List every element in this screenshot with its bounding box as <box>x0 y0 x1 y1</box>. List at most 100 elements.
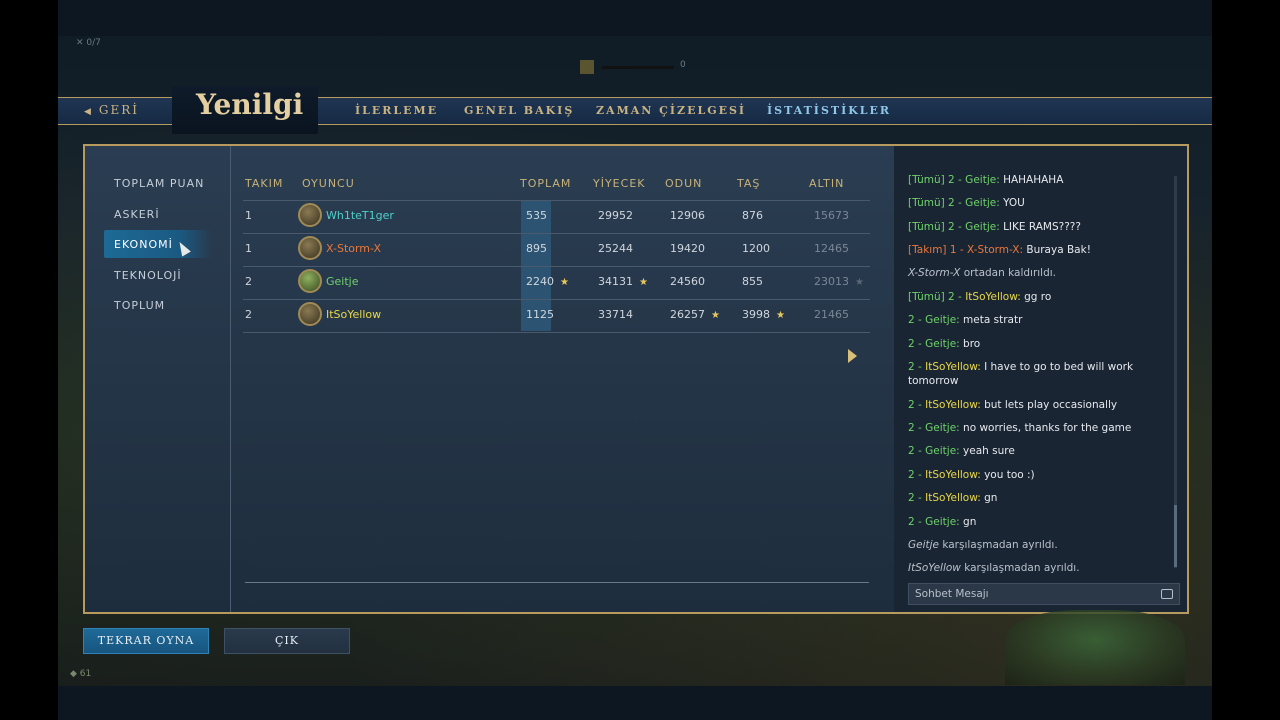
chat-message: Geitje karşılaşmadan ayrıldı. <box>908 538 1170 552</box>
total-cell: 1125 <box>526 308 554 321</box>
chat-sender: [Tümü] 2 - <box>908 291 966 303</box>
next-page-arrow-icon[interactable] <box>848 349 857 363</box>
exit-button[interactable]: ÇIK <box>224 628 350 654</box>
chat-sender: 2 - Geitje: <box>908 445 960 457</box>
table-row[interactable]: 2 Geitje 2240 ★ 34131 ★ 24560 855 23013 ★ <box>243 266 870 299</box>
header-stone[interactable]: TAŞ <box>737 177 760 190</box>
star-icon: ★ <box>855 277 864 288</box>
chat-message: 2 - ItSoYellow: but lets play occasional… <box>908 398 1170 412</box>
chat-text: bro <box>959 338 981 350</box>
player-emblem-icon <box>298 269 322 293</box>
chat-input-placeholder: Sohbet Mesajı <box>915 588 989 600</box>
back-arrow-icon: ◀ <box>84 107 93 117</box>
food-cell: 34131 <box>598 275 633 288</box>
tab-timeline[interactable]: ZAMAN ÇİZELGESİ <box>596 104 746 117</box>
table-row[interactable]: 2 ItSoYellow 1125 33714 26257 ★ 3998 ★ 214… <box>243 299 870 332</box>
minimap <box>1005 610 1185 685</box>
player-name[interactable]: ItSoYellow <box>326 308 381 321</box>
star-icon: ★ <box>776 310 785 321</box>
star-icon: ★ <box>560 277 569 288</box>
header-food[interactable]: YİYECEK <box>593 177 645 190</box>
chat-text: gg ro <box>1020 291 1052 303</box>
chat-message: 2 - Geitje: yeah sure <box>908 444 1170 458</box>
chat-sender-name: ItSoYellow: <box>925 492 981 504</box>
resource-value: 0 <box>680 60 686 70</box>
population-counter: ✕ 0/7 <box>76 38 101 48</box>
chat-sender: [Tümü] 2 - Geitje: <box>908 221 1000 233</box>
chat-text: yeah sure <box>959 445 1015 457</box>
table-row[interactable]: 1 X-Storm-X 895 25244 19420 1200 12465 <box>243 233 870 266</box>
chat-system-name: Geitje <box>908 539 940 551</box>
chat-message: 2 - Geitje: meta stratr <box>908 313 1170 327</box>
chat-message: [Tümü] 2 - Geitje: YOU <box>908 196 1170 210</box>
chat-message: X-Storm-X ortadan kaldırıldı. <box>908 266 1170 280</box>
chat-text: no worries, thanks for the game <box>959 422 1132 434</box>
player-name[interactable]: X-Storm-X <box>326 242 381 255</box>
player-emblem-icon <box>298 302 322 326</box>
gold-cell: 23013 <box>814 275 849 288</box>
total-cell: 2240 <box>526 275 554 288</box>
chat-text: LIKE RAMS???? <box>999 221 1081 233</box>
chat-sender-name: ItSoYellow: <box>925 399 981 411</box>
header-player[interactable]: OYUNCU <box>302 177 355 190</box>
play-again-button[interactable]: TEKRAR OYNA <box>83 628 209 654</box>
chat-system-text: karşılaşmadan ayrıldı. <box>939 539 1058 551</box>
chat-message: 2 - Geitje: bro <box>908 337 1170 351</box>
chat-text: but lets play occasionally <box>980 399 1118 411</box>
stone-cell: 1200 <box>742 242 770 255</box>
header-gold[interactable]: ALTIN <box>809 177 844 190</box>
chat-text: gn <box>980 492 998 504</box>
category-society[interactable]: TOPLUM <box>114 299 165 312</box>
chat-sender: 2 - Geitje: <box>908 314 960 326</box>
chat-sender: [Tümü] 2 - Geitje: <box>908 174 1000 186</box>
chat-system-name: ItSoYellow <box>908 562 961 574</box>
wood-cell: 19420 <box>670 242 705 255</box>
table-bottom-line <box>245 582 869 583</box>
category-economy[interactable]: EKONOMİ <box>114 238 173 251</box>
chat-message: 2 - ItSoYellow: I have to go to bed will… <box>908 360 1170 388</box>
chat-message: [Tümü] 2 - ItSoYellow: gg ro <box>908 290 1170 304</box>
chat-sender: 2 - Geitje: <box>908 422 960 434</box>
category-total-score[interactable]: TOPLAM PUAN <box>114 177 204 190</box>
header-total[interactable]: TOPLAM <box>520 177 571 190</box>
wood-cell: 24560 <box>670 275 705 288</box>
team-cell: 1 <box>245 209 252 222</box>
resource-progress <box>602 66 674 69</box>
chat-sender: 2 - <box>908 469 926 481</box>
header-team[interactable]: TAKIM <box>245 177 283 190</box>
chat-sender: [Takım] 1 - X-Storm-X: <box>908 244 1024 256</box>
stone-cell: 3998 <box>742 308 770 321</box>
chat-sender-name: ItSoYellow: <box>925 361 981 373</box>
chat-scrollbar-thumb[interactable] <box>1174 505 1177 567</box>
chat-system-name: X-Storm-X <box>908 267 961 279</box>
row-divider <box>243 332 870 333</box>
chat-message: 2 - Geitje: gn <box>908 515 1170 529</box>
chat-sender: 2 - Geitje: <box>908 338 960 350</box>
chat-sender: 2 - <box>908 492 926 504</box>
food-cell: 33714 <box>598 308 633 321</box>
star-icon: ★ <box>711 310 720 321</box>
tab-progress[interactable]: İLERLEME <box>355 104 438 117</box>
player-emblem-icon <box>298 236 322 260</box>
chat-message: [Tümü] 2 - Geitje: HAHAHAHA <box>908 173 1170 187</box>
chat-bubble-icon[interactable] <box>1161 589 1173 599</box>
player-name[interactable]: Geitje <box>326 275 358 288</box>
stone-cell: 876 <box>742 209 763 222</box>
tab-statistics[interactable]: İSTATİSTİKLER <box>767 104 891 117</box>
category-technology[interactable]: TEKNOLOJİ <box>114 269 182 282</box>
team-cell: 1 <box>245 242 252 255</box>
chat-system-text: ortadan kaldırıldı. <box>960 267 1057 279</box>
resource-bar: 0 <box>580 59 690 75</box>
chat-text: YOU <box>999 197 1025 209</box>
total-cell: 535 <box>526 209 547 222</box>
header-wood[interactable]: ODUN <box>665 177 702 190</box>
chat-message: ItSoYellow karşılaşmadan ayrıldı. <box>908 561 1170 575</box>
back-button[interactable]: ◀ GERİ <box>84 103 139 117</box>
table-row[interactable]: 1 Wh1teT1ger 535 29952 12906 876 15673 <box>243 200 870 233</box>
category-military[interactable]: ASKERİ <box>114 208 160 221</box>
wood-cell: 12906 <box>670 209 705 222</box>
player-name[interactable]: Wh1teT1ger <box>326 209 394 222</box>
total-cell: 895 <box>526 242 547 255</box>
tab-overview[interactable]: GENEL BAKIŞ <box>464 104 574 117</box>
chat-input[interactable]: Sohbet Mesajı <box>908 583 1180 605</box>
